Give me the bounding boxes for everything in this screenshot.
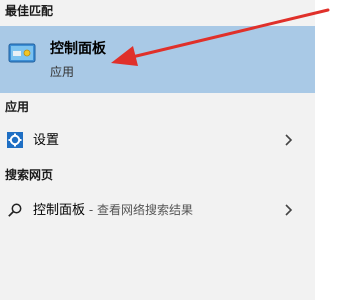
chevron-right-icon[interactable]	[283, 202, 295, 218]
control-panel-icon	[8, 42, 36, 64]
web-search-item[interactable]: 控制面板 - 查看网络搜索结果	[0, 196, 315, 226]
app-item-settings[interactable]: 设置	[0, 126, 315, 156]
web-search-suffix: - 查看网络搜索结果	[85, 203, 193, 217]
gear-icon	[7, 132, 23, 148]
web-search-query: 控制面板	[33, 203, 86, 218]
section-header-web: 搜索网页	[5, 168, 54, 182]
web-search-label: 控制面板 - 查看网络搜索结果	[33, 202, 193, 219]
section-header-apps: 应用	[5, 100, 30, 114]
settings-label: 设置	[33, 133, 60, 148]
search-icon	[7, 202, 23, 218]
best-match-control-panel[interactable]: 控制面板 应用	[0, 26, 315, 93]
search-results-panel: 最佳匹配 控制面板 应用 应用 设置 搜索网页 控制面板 - 查看网络搜索结果	[0, 0, 315, 300]
best-match-title: 控制面板	[50, 41, 106, 57]
section-header-best-match: 最佳匹配	[5, 4, 54, 18]
chevron-right-icon[interactable]	[283, 132, 295, 148]
background-strip	[315, 0, 338, 300]
best-match-subtitle: 应用	[50, 65, 75, 79]
